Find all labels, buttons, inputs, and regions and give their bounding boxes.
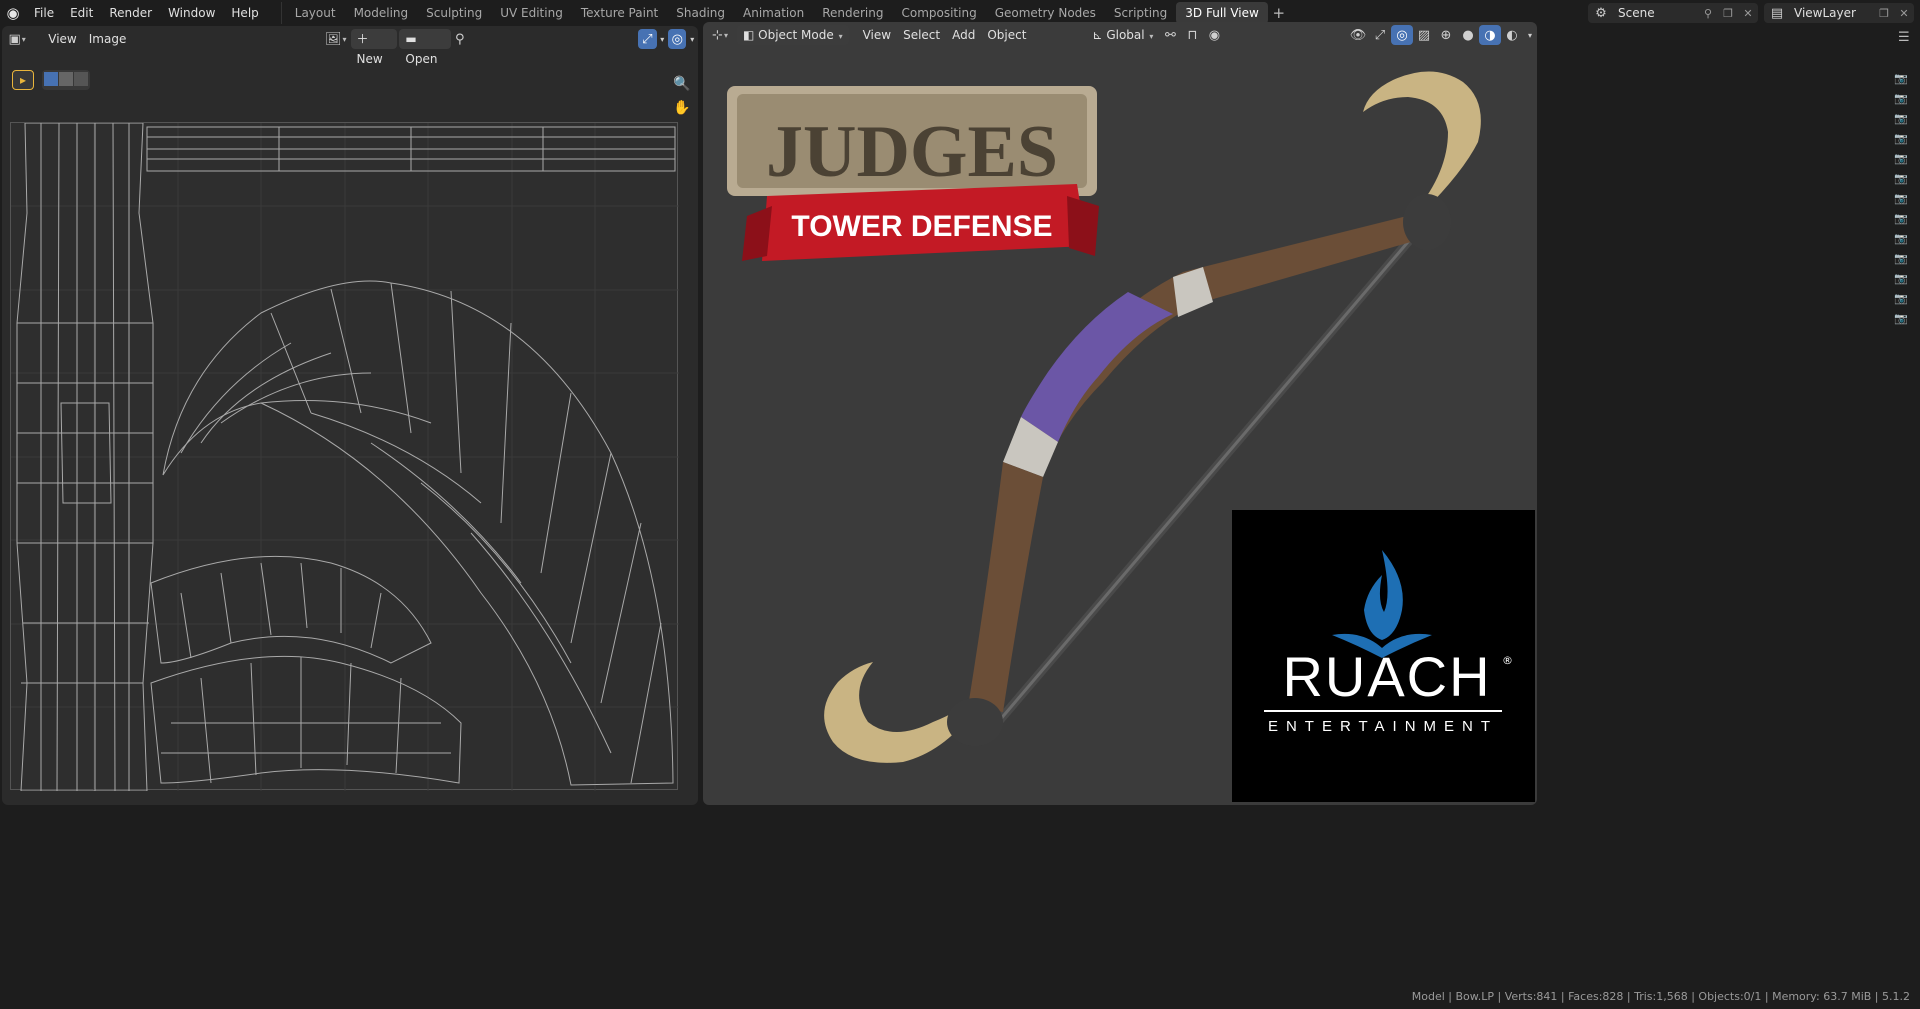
camera-icon[interactable]: 📷 <box>1889 312 1913 326</box>
menu-window[interactable]: Window <box>160 2 223 24</box>
camera-icon[interactable]: 📷 <box>1889 132 1913 146</box>
menu-file[interactable]: File <box>26 2 62 24</box>
view-layer-selector[interactable]: ▤ ViewLayer ❐ ✕ <box>1764 3 1914 23</box>
view-layer-name[interactable]: ViewLayer <box>1790 6 1874 20</box>
camera-icon[interactable]: 📷 <box>1889 152 1913 166</box>
pin-icon[interactable]: ⚲ <box>1698 7 1718 20</box>
select-tool-icon[interactable]: ▸ <box>12 70 34 90</box>
camera-icon[interactable]: 📷 <box>1889 252 1913 266</box>
divider <box>1264 710 1502 712</box>
new-scene-icon[interactable]: ❐ <box>1718 7 1738 20</box>
collection-visibility-strip: 📷 📷 📷 📷 📷 📷 📷 📷 📷 📷 📷 📷 📷 <box>1889 72 1913 326</box>
camera-icon[interactable]: 📷 <box>1889 292 1913 306</box>
scene-icon: ⚙ <box>1595 5 1607 21</box>
3d-viewport[interactable]: ⊹ ▾ ◧ Object Mode ▾ View Select Add Objec… <box>703 22 1537 805</box>
tab-3d-full-view[interactable]: 3D Full View <box>1176 2 1268 24</box>
menu-view[interactable]: View <box>42 29 82 49</box>
pan-hand-icon[interactable]: ✋ <box>670 96 694 120</box>
registered-mark: ® <box>1502 654 1513 667</box>
game-logo: JUDGES TOWER DEFENSE <box>727 86 1099 261</box>
close-icon[interactable]: ✕ <box>1738 7 1758 20</box>
close-icon[interactable]: ✕ <box>1894 7 1914 20</box>
tab-layout[interactable]: Layout <box>286 2 345 24</box>
studio-name: RUACH <box>1282 645 1492 708</box>
properties-toggle-icon[interactable]: ☰ <box>1898 30 1910 45</box>
zoom-icon[interactable]: 🔍 <box>670 72 694 96</box>
uv-canvas[interactable] <box>10 122 679 791</box>
add-workspace-icon[interactable]: + <box>1268 2 1290 24</box>
tab-compositing[interactable]: Compositing <box>892 2 985 24</box>
new-image-button[interactable]: ＋ New <box>350 29 398 66</box>
scene-selector[interactable]: ⚙ Scene ⚲ ❐ ✕ <box>1588 3 1758 23</box>
tab-uv-editing[interactable]: UV Editing <box>491 2 572 24</box>
image-browse-icon[interactable]: 🖼 ▾ <box>325 29 347 49</box>
camera-icon[interactable]: 📷 <box>1889 272 1913 286</box>
tab-geometry-nodes[interactable]: Geometry Nodes <box>986 2 1105 24</box>
select-new-icon[interactable] <box>44 72 58 86</box>
game-subtitle: TOWER DEFENSE <box>791 210 1052 243</box>
tab-animation[interactable]: Animation <box>734 2 813 24</box>
studio-logo: RUACH ® ENTERTAINMENT <box>1232 510 1535 802</box>
game-title: JUDGES <box>766 111 1058 193</box>
open-image-label: Open <box>405 52 438 66</box>
camera-icon[interactable]: 📷 <box>1889 232 1913 246</box>
tab-rendering[interactable]: Rendering <box>813 2 892 24</box>
blender-logo-icon[interactable]: ◉ <box>0 0 26 26</box>
new-image-label: New <box>356 52 383 66</box>
tab-modeling[interactable]: Modeling <box>345 2 418 24</box>
tab-shading[interactable]: Shading <box>667 2 734 24</box>
workspace-tabs: Layout Modeling Sculpting UV Editing Tex… <box>280 2 1290 24</box>
camera-icon[interactable]: 📷 <box>1889 172 1913 186</box>
scene-controls: ⚙ Scene ⚲ ❐ ✕ ▤ ViewLayer ❐ ✕ <box>1588 2 1920 24</box>
camera-icon[interactable]: 📷 <box>1889 92 1913 106</box>
overlay-icon[interactable]: ◎ <box>668 29 687 49</box>
menu-image[interactable]: Image <box>83 29 133 49</box>
bottom-band <box>0 806 1920 987</box>
tab-sculpting[interactable]: Sculpting <box>417 2 491 24</box>
chevron-down-icon[interactable]: ▾ <box>657 29 669 49</box>
open-image-button[interactable]: ▬ Open <box>399 29 451 66</box>
tab-texture-paint[interactable]: Texture Paint <box>572 2 667 24</box>
chevron-down-icon[interactable]: ▾ <box>686 29 698 49</box>
new-view-layer-icon[interactable]: ❐ <box>1874 7 1894 20</box>
camera-icon[interactable]: 📷 <box>1889 72 1913 86</box>
camera-icon[interactable]: 📷 <box>1889 192 1913 206</box>
menu-help[interactable]: Help <box>223 2 266 24</box>
select-extend-icon[interactable] <box>59 72 73 86</box>
view-layer-icon: ▤ <box>1770 5 1784 21</box>
uv-editor: ▣ ▾ View Image 🖼 ▾ ＋ New ▬ Open ⚲ ⤢ ▾ ◎ ▾ … <box>2 26 698 805</box>
studio-subtitle: ENTERTAINMENT <box>1267 718 1499 735</box>
uv-toolbar: ▸ <box>12 70 90 90</box>
tab-scripting[interactable]: Scripting <box>1105 2 1176 24</box>
scene-name[interactable]: Scene <box>1614 6 1698 20</box>
camera-icon[interactable]: 📷 <box>1889 112 1913 126</box>
pin-icon[interactable]: ⚲ <box>451 29 469 49</box>
menu-render[interactable]: Render <box>101 2 160 24</box>
status-bar: Model | Bow.LP | Verts:841 | Faces:828 |… <box>0 987 1920 1009</box>
camera-icon[interactable]: 📷 <box>1889 212 1913 226</box>
uv-islands <box>16 123 676 791</box>
select-mode-group[interactable] <box>42 70 90 90</box>
editor-type-icon[interactable]: ▣ ▾ <box>8 29 26 49</box>
uv-editor-header: ▣ ▾ View Image 🖼 ▾ ＋ New ▬ Open ⚲ ⤢ ▾ ◎ ▾ <box>2 26 698 66</box>
snap-icon[interactable]: ⤢ <box>638 29 657 49</box>
select-subtract-icon[interactable] <box>74 72 88 86</box>
status-text: Model | Bow.LP | Verts:841 | Faces:828 |… <box>1411 990 1910 1003</box>
menu-edit[interactable]: Edit <box>62 2 101 24</box>
